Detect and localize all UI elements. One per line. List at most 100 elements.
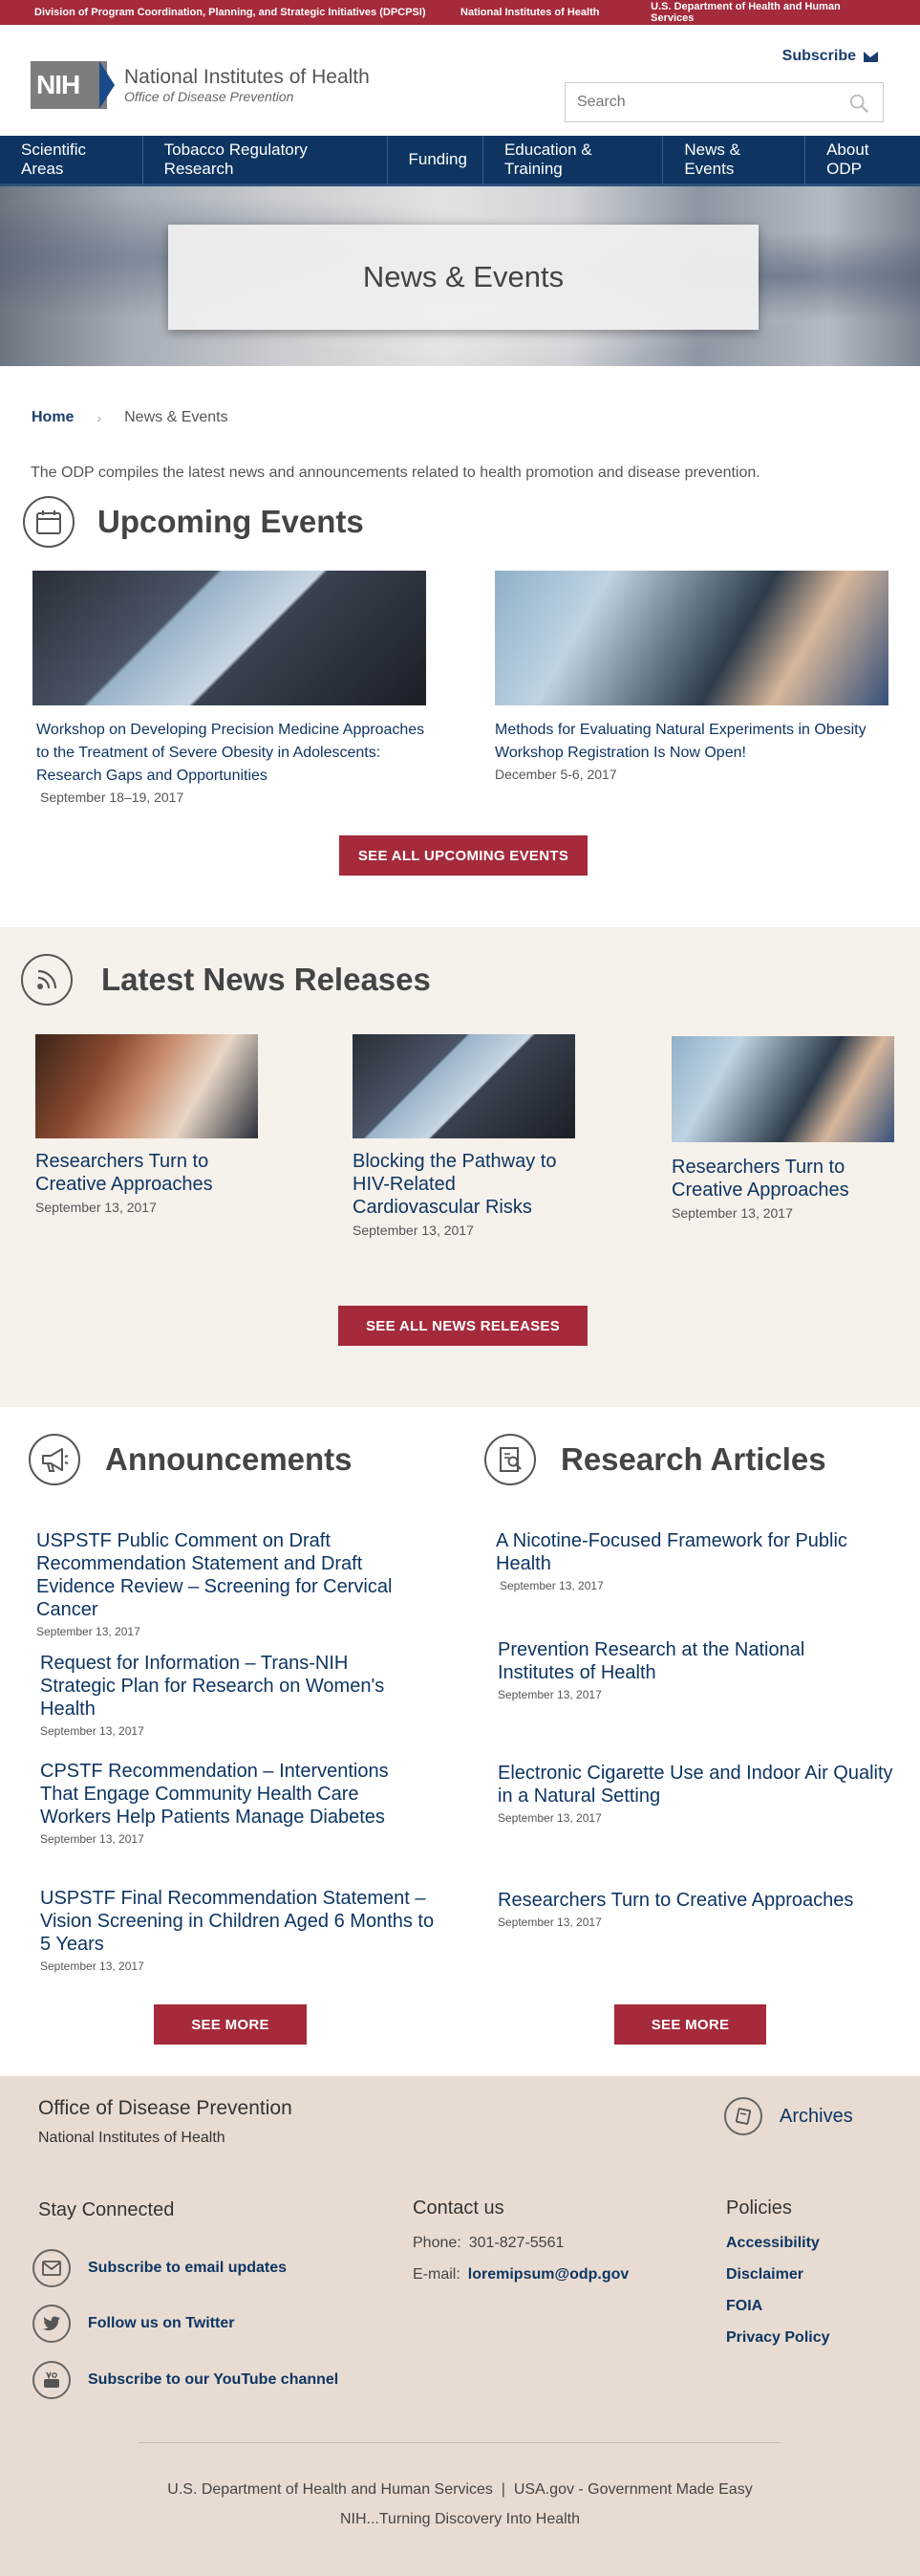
- announcement-item[interactable]: USPSTF Public Comment on Draft Recommend…: [36, 1529, 438, 1638]
- announcement-item[interactable]: USPSTF Final Recommendation Statement – …: [40, 1887, 441, 1973]
- see-all-news-button[interactable]: SEE ALL NEWS RELEASES: [338, 1306, 588, 1346]
- announcement-title[interactable]: CPSTF Recommendation – Interventions Tha…: [40, 1760, 422, 1829]
- news-date: September 13, 2017: [672, 1205, 793, 1221]
- site-header: NIH National Institutes of Health Office…: [0, 25, 920, 136]
- rss-icon: [21, 954, 73, 1006]
- calendar-icon: [23, 496, 75, 548]
- archives-label: Archives: [780, 2105, 853, 2127]
- stay-connected-heading: Stay Connected: [38, 2199, 175, 2220]
- research-article-title[interactable]: Electronic Cigarette Use and Indoor Air …: [498, 1762, 899, 1808]
- announcement-date: September 13, 2017: [36, 1625, 140, 1638]
- breadcrumb: Home › News & Events: [32, 409, 228, 426]
- email-updates-link[interactable]: Subscribe to email updates: [32, 2249, 287, 2287]
- logo-subtitle: Office of Disease Prevention: [124, 89, 294, 104]
- nih-link[interactable]: National Institutes of Health: [460, 7, 651, 18]
- research-article-date: September 13, 2017: [498, 1916, 602, 1929]
- news-item[interactable]: Researchers Turn to Creative Approaches …: [672, 1036, 894, 1221]
- see-all-events-button[interactable]: SEE ALL UPCOMING EVENTS: [339, 835, 588, 876]
- logo-text: National Institutes of Health Office of …: [124, 66, 370, 104]
- intro-text: The ODP compiles the latest news and ann…: [31, 465, 760, 481]
- hero-banner: News & Events: [0, 186, 920, 366]
- phone-number: 301-827-5561: [468, 2235, 565, 2251]
- hero-title-box: News & Events: [168, 225, 759, 330]
- research-see-more-button[interactable]: SEE MORE: [614, 2004, 766, 2045]
- contact-phone: Phone: 301-827-5561: [413, 2235, 564, 2252]
- research-article-item[interactable]: A Nicotine-Focused Framework for Public …: [496, 1529, 897, 1592]
- announcements-header: Announcements: [29, 1434, 353, 1485]
- event-item[interactable]: Methods for Evaluating Natural Experimen…: [495, 571, 888, 782]
- latest-news-title: Latest News Releases: [101, 962, 431, 997]
- research-articles-title: Research Articles: [561, 1441, 826, 1477]
- dpcpsi-link[interactable]: Division of Program Coordination, Planni…: [34, 7, 460, 18]
- announcements-see-more-button[interactable]: SEE MORE: [154, 2004, 307, 2045]
- site-logo[interactable]: NIH National Institutes of Health Office…: [31, 61, 370, 109]
- email-link[interactable]: loremipsum@odp.gov: [468, 2266, 630, 2283]
- top-utility-bar: Division of Program Coordination, Planni…: [0, 0, 920, 25]
- policies-heading: Policies: [726, 2197, 792, 2219]
- announcements-title: Announcements: [105, 1441, 353, 1477]
- research-article-title[interactable]: A Nicotine-Focused Framework for Public …: [496, 1529, 897, 1575]
- news-date: September 13, 2017: [35, 1200, 157, 1215]
- announcement-item[interactable]: CPSTF Recommendation – Interventions Tha…: [40, 1760, 422, 1846]
- event-title[interactable]: Workshop on Developing Precision Medicin…: [36, 719, 426, 788]
- news-image: [353, 1034, 575, 1138]
- policy-foia-link[interactable]: FOIA: [726, 2298, 762, 2315]
- footer-divider: [139, 2442, 781, 2443]
- announcement-date: September 13, 2017: [40, 1959, 144, 1973]
- event-image: [32, 571, 426, 705]
- policy-privacy-link[interactable]: Privacy Policy: [726, 2329, 830, 2347]
- research-article-date: September 13, 2017: [500, 1579, 604, 1592]
- latest-news-header: Latest News Releases: [21, 954, 431, 1006]
- breadcrumb-home[interactable]: Home: [32, 409, 74, 426]
- announcement-title[interactable]: Request for Information – Trans-NIH Stra…: [40, 1652, 422, 1721]
- event-title[interactable]: Methods for Evaluating Natural Experimen…: [495, 719, 888, 765]
- nih-logo-mark: NIH: [31, 61, 115, 109]
- event-date: September 18–19, 2017: [40, 790, 184, 805]
- footer-gov-links[interactable]: U.S. Department of Health and Human Serv…: [0, 2481, 920, 2499]
- search-icon[interactable]: [848, 93, 869, 114]
- news-item[interactable]: Researchers Turn to Creative Approaches …: [35, 1034, 258, 1215]
- announcement-title[interactable]: USPSTF Public Comment on Draft Recommend…: [36, 1529, 438, 1621]
- search-input[interactable]: [566, 83, 833, 121]
- twitter-link[interactable]: Follow us on Twitter: [32, 2305, 234, 2343]
- event-item[interactable]: Workshop on Developing Precision Medicin…: [32, 571, 426, 805]
- research-article-item[interactable]: Electronic Cigarette Use and Indoor Air …: [498, 1762, 899, 1825]
- announcement-title[interactable]: USPSTF Final Recommendation Statement – …: [40, 1887, 441, 1956]
- nav-scientific-areas[interactable]: Scientific Areas: [0, 136, 143, 184]
- footer-tagline: NIH...Turning Discovery Into Health: [339, 2511, 581, 2527]
- research-article-title[interactable]: Prevention Research at the National Inst…: [498, 1638, 880, 1684]
- news-title[interactable]: Researchers Turn to Creative Approaches: [35, 1150, 258, 1196]
- hhs-link[interactable]: U.S. Department of Health and Human Serv…: [651, 1, 886, 24]
- nav-funding[interactable]: Funding: [388, 136, 483, 184]
- nav-about-odp[interactable]: About ODP: [805, 136, 920, 184]
- upcoming-events-title: Upcoming Events: [97, 504, 364, 539]
- news-title[interactable]: Blocking the Pathway to HIV-Related Card…: [353, 1150, 575, 1219]
- contact-heading: Contact us: [413, 2197, 504, 2219]
- chevron-right-icon: ›: [96, 410, 102, 425]
- breadcrumb-current: News & Events: [124, 409, 228, 425]
- youtube-link[interactable]: Subscribe to our YouTube channel: [32, 2361, 338, 2399]
- footer-org-name: Office of Disease Prevention: [38, 2097, 292, 2119]
- announcement-item[interactable]: Request for Information – Trans-NIH Stra…: [40, 1652, 422, 1738]
- subscribe-label: Subscribe: [781, 48, 856, 64]
- nav-tobacco-regulatory-research[interactable]: Tobacco Regulatory Research: [143, 136, 388, 184]
- research-article-item[interactable]: Prevention Research at the National Inst…: [498, 1638, 880, 1701]
- research-article-item[interactable]: Researchers Turn to Creative Approaches …: [498, 1889, 899, 1929]
- upcoming-events-header: Upcoming Events: [23, 496, 364, 548]
- nav-news-events[interactable]: News & Events: [663, 136, 806, 184]
- email-updates-label: Subscribe to email updates: [88, 2260, 288, 2276]
- page-title: News & Events: [362, 260, 565, 293]
- announcement-date: September 13, 2017: [40, 1724, 144, 1738]
- subscribe-link[interactable]: Subscribe: [782, 48, 878, 65]
- announcement-date: September 13, 2017: [40, 1832, 144, 1846]
- policy-disclaimer-link[interactable]: Disclaimer: [726, 2266, 803, 2284]
- research-article-title[interactable]: Researchers Turn to Creative Approaches: [498, 1889, 899, 1912]
- news-date: September 13, 2017: [353, 1223, 474, 1238]
- news-item[interactable]: Blocking the Pathway to HIV-Related Card…: [353, 1034, 575, 1238]
- policy-accessibility-link[interactable]: Accessibility: [726, 2235, 820, 2252]
- envelope-icon: [864, 51, 878, 62]
- news-title[interactable]: Researchers Turn to Creative Approaches: [672, 1156, 894, 1201]
- nav-education-training[interactable]: Education & Training: [483, 136, 664, 184]
- youtube-label: Subscribe to our YouTube channel: [88, 2371, 339, 2388]
- archives-link[interactable]: Archives: [724, 2097, 853, 2135]
